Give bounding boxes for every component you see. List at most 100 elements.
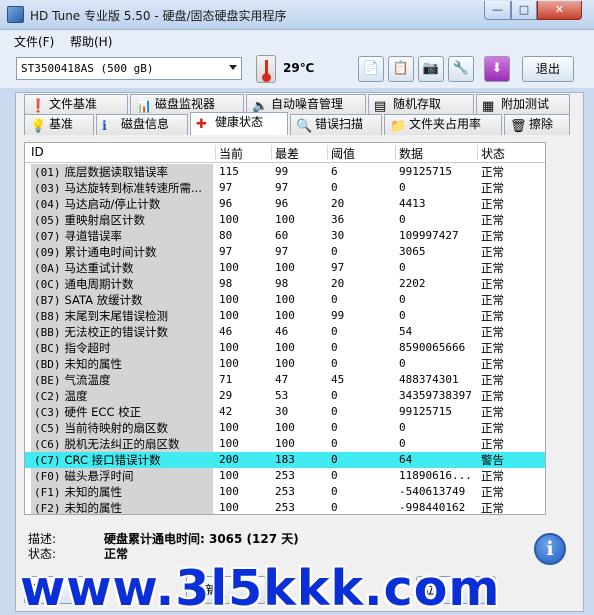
attribute-name: 指令超时 <box>64 341 111 355</box>
exit-button[interactable]: 退出 <box>522 56 574 82</box>
copy-icon: 📄 <box>362 61 380 76</box>
data-cell: 0 <box>399 213 406 226</box>
tab-erase[interactable]: 🗑 擦除 <box>504 114 570 135</box>
copy-button[interactable]: 📄 <box>358 56 384 82</box>
menu-help[interactable]: 帮助(H) <box>70 33 112 50</box>
table-row[interactable]: (F2) 未知的属性 100 253 0 -998440162 正常 <box>25 500 545 514</box>
table-row[interactable]: (B7) SATA 放缓计数 100 100 0 0 正常 <box>25 292 545 309</box>
worst-cell: 100 <box>275 421 295 434</box>
table-row[interactable]: (04) 马达启动/停止计数 96 96 20 4413 正常 <box>25 196 545 213</box>
smart-table[interactable]: ID 当前 最差 阈值 数据 状态 (01) 底层数据读取错误率 115 99 6 991… <box>24 142 546 515</box>
current-cell: 100 <box>219 485 239 498</box>
attribute-cell: (C5) 当前待映射的扇区数 <box>31 420 213 437</box>
tab-random-access[interactable]: ▤ 随机存取 <box>368 94 474 115</box>
threshold-cell: 0 <box>331 245 338 258</box>
attribute-id: (B7) <box>34 294 61 307</box>
threshold-cell: 99 <box>331 309 345 322</box>
table-row[interactable]: (0A) 马达重试计数 100 100 97 0 正常 <box>25 260 545 277</box>
table-row[interactable]: (07) 寻道错误率 80 60 30 109997427 正常 <box>25 228 545 245</box>
save-button[interactable]: ⬇ <box>484 56 510 82</box>
table-row[interactable]: (C5) 当前待映射的扇区数 100 100 0 0 正常 <box>25 420 545 437</box>
column-header-id[interactable]: ID <box>31 145 44 159</box>
thermometer-icon <box>256 55 276 83</box>
data-cell: 99125715 <box>399 405 452 418</box>
maximize-button[interactable]: □ <box>511 1 537 20</box>
current-cell: 29 <box>219 389 233 402</box>
status-cell: 正常 <box>481 421 504 435</box>
threshold-cell: 0 <box>331 325 338 338</box>
table-row[interactable]: (BD) 未知的属性 100 100 0 0 正常 <box>25 356 545 373</box>
current-cell: 97 <box>219 181 233 194</box>
worst-cell: 253 <box>275 469 295 482</box>
attribute-id: (C3) <box>34 406 61 419</box>
close-button[interactable]: ✕ <box>537 1 582 20</box>
attribute-id: (BB) <box>34 326 61 339</box>
tab-extra-tests[interactable]: ▦ 附加测试 <box>476 94 570 115</box>
table-row[interactable]: (C6) 脱机无法纠正的扇区数 100 100 0 0 正常 <box>25 436 545 453</box>
data-cell: 109997427 <box>399 229 459 242</box>
menu-bar: 文件(F) 帮助(H) <box>0 30 594 52</box>
table-row[interactable]: (BE) 气流温度 71 47 45 488374301 正常 <box>25 372 545 389</box>
threshold-cell: 0 <box>331 357 338 370</box>
column-header-threshold[interactable]: 阈值 <box>331 145 355 162</box>
current-cell: 100 <box>219 469 239 482</box>
tab-disk-info[interactable]: ℹ 磁盘信息 <box>96 114 188 135</box>
copy-all-button[interactable]: 📋 <box>388 56 414 82</box>
column-header-worst[interactable]: 最差 <box>275 145 299 162</box>
table-row[interactable]: (C3) 硬件 ECC 校正 42 30 0 99125715 正常 <box>25 404 545 421</box>
attribute-name: 气流温度 <box>64 373 111 387</box>
attribute-id: (B8) <box>34 310 61 323</box>
minimize-button[interactable]: — <box>484 1 511 20</box>
status-cell: 正常 <box>481 181 504 195</box>
threshold-cell: 0 <box>331 341 338 354</box>
screenshot-button[interactable]: 📷 <box>418 56 444 82</box>
table-row-warning[interactable]: (C7) CRC 接口错误计数 200 183 0 64 警告 <box>25 452 545 468</box>
table-row[interactable]: (03) 马达旋转到标准转速所需... 97 97 0 0 正常 <box>25 180 545 197</box>
threshold-cell: 0 <box>331 421 338 434</box>
data-cell: 0 <box>399 181 406 194</box>
drive-select[interactable]: ST3500418AS (500 gB) <box>16 57 242 80</box>
tab-error-scan[interactable]: 🔍 错误扫描 <box>290 114 382 135</box>
tab-folder-usage[interactable]: 📁 文件夹占用率 <box>384 114 502 135</box>
current-cell: 100 <box>219 357 239 370</box>
attribute-id: (C5) <box>34 422 61 435</box>
attribute-cell: (04) 马达启动/停止计数 <box>31 196 213 213</box>
threshold-cell: 0 <box>331 389 338 402</box>
options-button[interactable]: 🔧 <box>448 56 474 82</box>
attribute-cell: (C6) 脱机无法纠正的扇区数 <box>31 436 213 453</box>
table-row[interactable]: (0C) 通电周期计数 98 98 20 2202 正常 <box>25 276 545 293</box>
attribute-name: 通电周期计数 <box>64 277 134 291</box>
copy-all-icon: 📋 <box>392 61 410 76</box>
table-row[interactable]: (C2) 温度 29 53 0 34359738397 正常 <box>25 388 545 405</box>
tab-file-benchmark[interactable]: ❗ 文件基准 <box>24 94 128 115</box>
table-row[interactable]: (05) 重映射扇区计数 100 100 36 0 正常 <box>25 212 545 229</box>
attribute-cell: (C3) 硬件 ECC 校正 <box>31 404 213 421</box>
current-cell: 98 <box>219 277 233 290</box>
info-button[interactable]: i <box>534 533 566 565</box>
table-row[interactable]: (09) 累计通电时间计数 97 97 0 3065 正常 <box>25 244 545 261</box>
column-divider <box>271 145 272 160</box>
attribute-cell: (09) 累计通电时间计数 <box>31 244 213 261</box>
current-cell: 100 <box>219 341 239 354</box>
info-icon: ℹ <box>102 119 107 134</box>
tab-benchmark[interactable]: 💡 基准 <box>24 114 94 135</box>
column-header-data[interactable]: 数据 <box>399 145 423 162</box>
table-row[interactable]: (F1) 未知的属性 100 253 0 -540613749 正常 <box>25 484 545 501</box>
attribute-id: (C2) <box>34 390 61 403</box>
table-row[interactable]: (BC) 指令超时 100 100 0 8590065666 正常 <box>25 340 545 357</box>
window-title: HD Tune 专业版 5.50 - 硬盘/固态硬盘实用程序 <box>30 9 287 23</box>
attribute-name: 磁头悬浮时间 <box>64 469 134 483</box>
threshold-cell: 0 <box>331 405 338 418</box>
attribute-id: (0C) <box>34 278 61 291</box>
column-header-status[interactable]: 状态 <box>481 145 505 162</box>
tab-health[interactable]: ✚ 健康状态 <box>190 112 288 135</box>
column-header-current[interactable]: 当前 <box>219 145 243 162</box>
menu-file[interactable]: 文件(F) <box>14 33 54 50</box>
attribute-cell: (07) 寻道错误率 <box>31 228 213 245</box>
attribute-name: SATA 放缓计数 <box>64 293 143 307</box>
table-row[interactable]: (B8) 末尾到末尾错误检测 100 100 99 0 正常 <box>25 308 545 325</box>
current-cell: 42 <box>219 405 233 418</box>
table-row[interactable]: (01) 底层数据读取错误率 115 99 6 99125715 正常 <box>25 164 545 181</box>
table-row[interactable]: (F0) 磁头悬浮时间 100 253 0 11890616... 正常 <box>25 468 545 485</box>
table-row[interactable]: (BB) 无法校正的错误计数 46 46 0 54 正常 <box>25 324 545 341</box>
